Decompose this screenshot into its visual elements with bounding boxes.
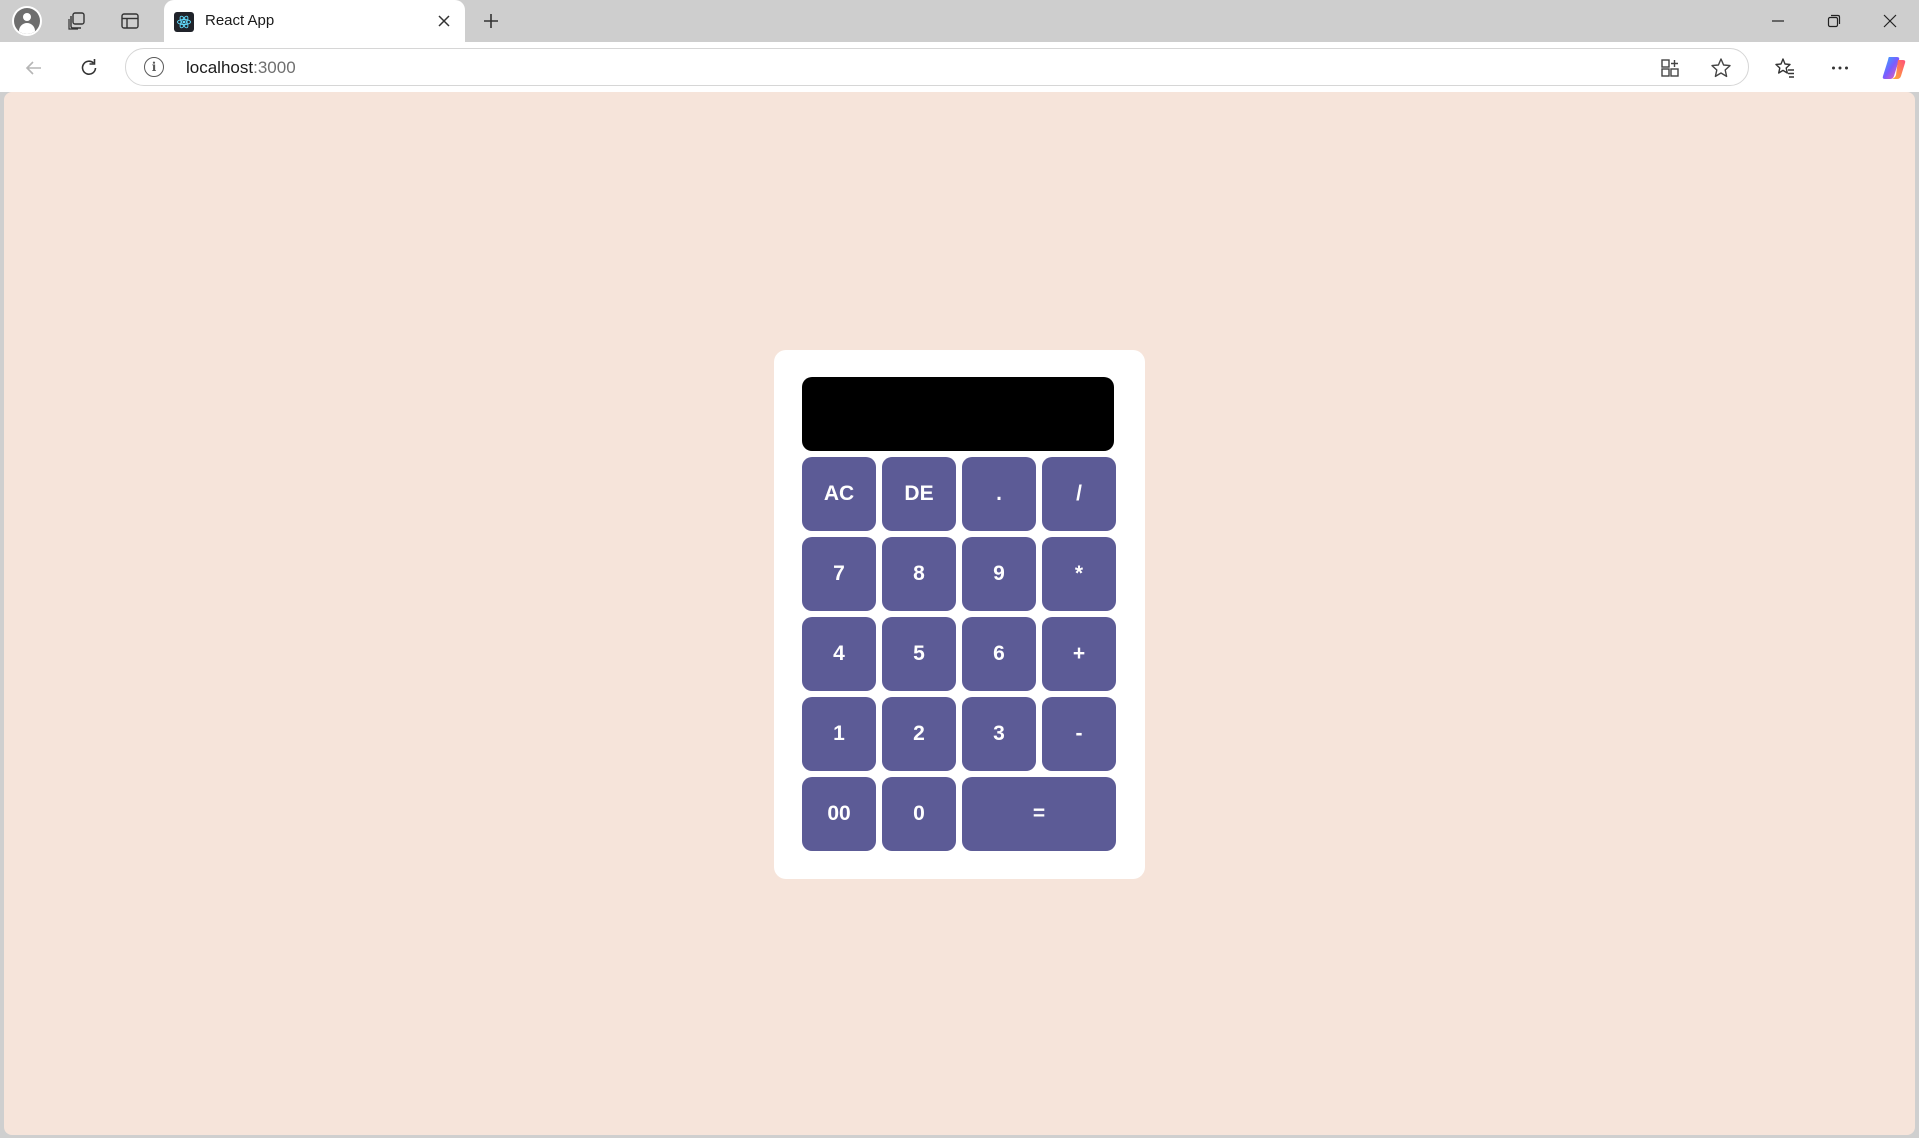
app-install-button[interactable] [1659,57,1681,79]
key-4[interactable]: 4 [802,617,876,691]
url-port: :3000 [253,58,296,77]
key-subtract[interactable]: - [1042,697,1116,771]
back-button[interactable] [18,52,50,84]
close-icon [438,15,450,27]
key-decimal[interactable]: . [962,457,1036,531]
favorite-star-button[interactable] [1710,57,1732,79]
tab-react-app[interactable]: React App [164,0,465,42]
calculator: AC DE . / 7 8 9 * 4 5 6 + 1 2 3 - 00 0 = [774,350,1145,879]
refresh-button[interactable] [73,52,105,84]
close-window-button[interactable] [1862,0,1918,42]
key-5[interactable]: 5 [882,617,956,691]
tab-close-button[interactable] [431,8,457,34]
url-host: localhost [186,58,254,77]
calculator-keypad: AC DE . / 7 8 9 * 4 5 6 + 1 2 3 - 00 0 = [802,457,1116,851]
tab-strip: React App [0,0,1919,42]
url-text[interactable]: localhost:3000 [186,58,296,78]
close-icon [1883,14,1897,28]
refresh-icon [81,59,97,75]
key-all-clear[interactable]: AC [802,457,876,531]
tab-title: React App [205,12,275,29]
copilot-button[interactable] [1878,52,1910,84]
more-icon [1832,66,1848,70]
copilot-icon [1882,57,1906,79]
key-9[interactable]: 9 [962,537,1036,611]
key-0[interactable]: 0 [882,777,956,851]
profile-button[interactable] [12,6,42,36]
restore-button[interactable] [1806,0,1862,42]
key-delete[interactable]: DE [882,457,956,531]
back-icon [25,61,41,75]
key-2[interactable]: 2 [882,697,956,771]
app-install-icon [1661,59,1679,77]
minimize-icon [1772,20,1784,22]
key-divide[interactable]: / [1042,457,1116,531]
key-equals[interactable]: = [962,777,1116,851]
address-bar[interactable]: i localhost:3000 [125,48,1749,86]
key-6[interactable]: 6 [962,617,1036,691]
browser-toolbar: i localhost:3000 [0,42,1919,92]
star-icon [1711,58,1731,78]
info-icon[interactable]: i [144,57,164,77]
more-button[interactable] [1824,52,1856,84]
calculator-display [802,377,1114,451]
key-7[interactable]: 7 [802,537,876,611]
minimize-button[interactable] [1750,0,1806,42]
workspaces-icon [68,12,85,30]
react-favicon-icon [174,12,194,32]
profile-icon [14,8,40,34]
key-1[interactable]: 1 [802,697,876,771]
plus-icon [484,14,498,28]
vertical-tabs-button[interactable] [115,6,145,36]
vertical-tabs-icon [121,13,139,29]
key-3[interactable]: 3 [962,697,1036,771]
favorites-icon [1775,58,1794,78]
favorites-button[interactable] [1769,52,1801,84]
new-tab-button[interactable] [476,6,506,36]
page-viewport: AC DE . / 7 8 9 * 4 5 6 + 1 2 3 - 00 0 = [4,92,1915,1135]
key-multiply[interactable]: * [1042,537,1116,611]
key-8[interactable]: 8 [882,537,956,611]
workspaces-button[interactable] [62,6,92,36]
key-double-zero[interactable]: 00 [802,777,876,851]
restore-icon [1827,14,1841,28]
key-add[interactable]: + [1042,617,1116,691]
